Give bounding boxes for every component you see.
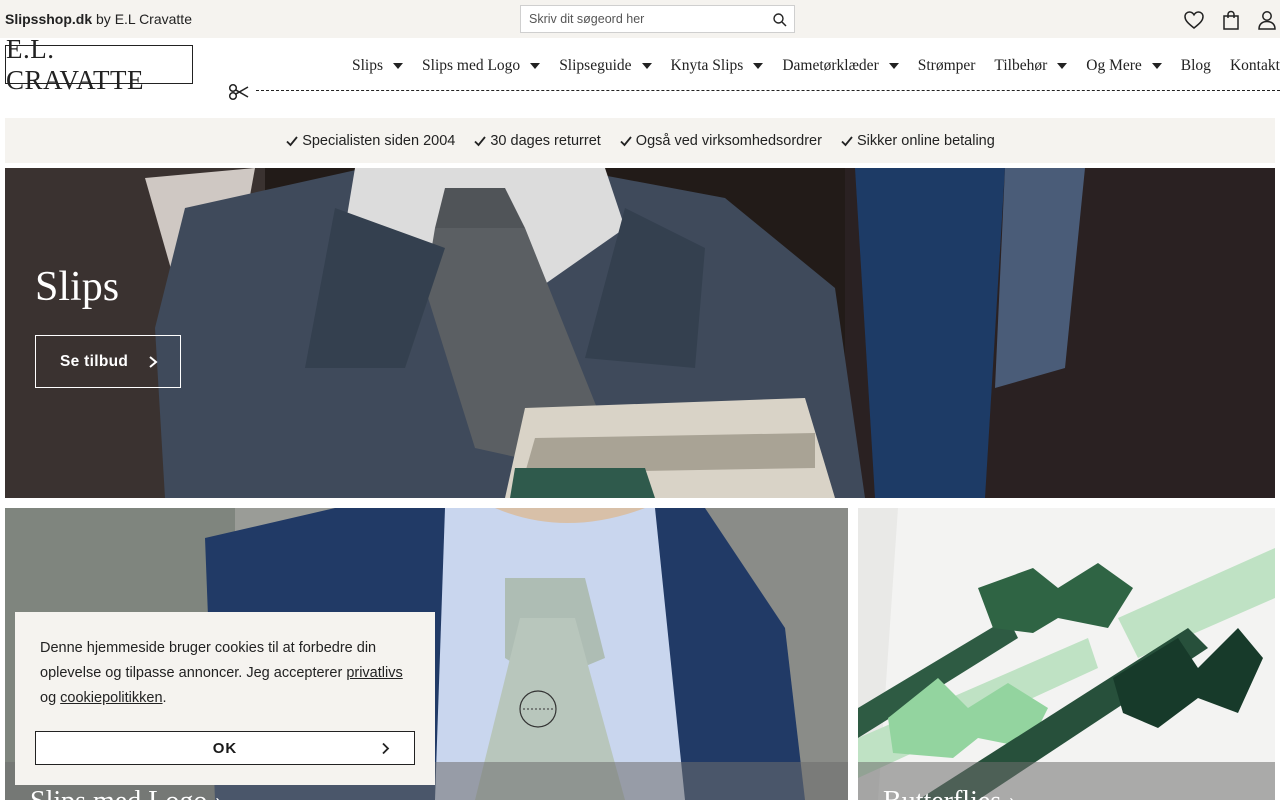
- nav-item-label: Strømper: [917, 57, 976, 74]
- cookie-accept-button[interactable]: OK: [35, 731, 415, 765]
- cookie-banner: Denne hjemmeside bruger cookies til at f…: [15, 612, 435, 785]
- nav-item-label: Slips: [352, 57, 384, 74]
- search-box: [520, 5, 795, 33]
- caret-down-icon[interactable]: [641, 63, 652, 69]
- cookie-text-part: .: [162, 690, 167, 706]
- nav-item-dametørklæder[interactable]: Dametørklæder: [782, 57, 899, 75]
- hero-image: [5, 168, 1275, 498]
- checkmark-icon: [286, 135, 298, 146]
- tile-bow-ties-label[interactable]: Butterflies ›: [883, 786, 1018, 800]
- main-nav: Slips Slips med Logo Slipseguide Knyta Slip…: [352, 56, 1280, 76]
- usp-item: Også ved virksomhedsordrer: [619, 133, 822, 149]
- nav-item-label: Tilbehør: [994, 57, 1048, 74]
- user-icon[interactable]: [1256, 9, 1278, 31]
- tile-logo-ties-label[interactable]: Slips med Logo ›: [30, 786, 224, 800]
- usp-label: Specialisten siden 2004: [302, 132, 456, 149]
- shop-brand-line: Slipsshop.dk by E.L Cravatte: [5, 11, 192, 27]
- hero-title: Slips: [35, 264, 120, 310]
- cookie-text-part: og: [40, 690, 61, 706]
- caret-down-icon[interactable]: [1151, 63, 1162, 69]
- hero-banner[interactable]: Slips Se tilbud: [5, 168, 1275, 498]
- checkmark-icon: [620, 135, 632, 146]
- dashed-divider: [256, 90, 1280, 91]
- nav-item-og-mere[interactable]: Og Mere: [1086, 57, 1162, 75]
- usp-item: 30 dages returret: [473, 132, 601, 149]
- nav-item-label: Slips med Logo: [422, 57, 521, 74]
- top-bar: Slipsshop.dk by E.L Cravatte: [0, 0, 1280, 38]
- usp-item: Sikker online betaling: [840, 133, 995, 149]
- site-logo[interactable]: E.L. CRAVATTE: [5, 34, 193, 95]
- nav-item-blog[interactable]: Blog: [1181, 57, 1211, 75]
- shop-by-line: by E.L Cravatte: [92, 11, 192, 27]
- search-input[interactable]: [521, 6, 766, 32]
- nav-item-knyta-slips[interactable]: Knyta Slips: [671, 57, 764, 75]
- caret-down-icon[interactable]: [530, 63, 541, 69]
- nav-item-slips[interactable]: Slips: [352, 57, 404, 75]
- privacy-policy-link[interactable]: privatlivs: [346, 665, 402, 681]
- usp-bar: Specialisten siden 2004 30 dages returret…: [5, 118, 1275, 163]
- bow-ties-image: [858, 508, 1275, 800]
- shopping-bag-icon[interactable]: [1220, 9, 1242, 31]
- checkmark-icon: [841, 135, 853, 146]
- nav-item-slips-med-logo[interactable]: Slips med Logo: [422, 57, 541, 75]
- search-icon[interactable]: [772, 12, 788, 28]
- cookie-text-part: Denne hjemmeside bruger cookies til at f…: [40, 640, 377, 681]
- cookie-text: Denne hjemmeside bruger cookies til at f…: [40, 636, 415, 711]
- cookie-accept-label: OK: [212, 739, 238, 757]
- caret-down-icon[interactable]: [753, 63, 764, 69]
- nav-item-label: Kontakt: [1229, 57, 1280, 74]
- caret-down-icon[interactable]: [1057, 63, 1068, 69]
- nav-item-strømper[interactable]: Strømper: [918, 57, 976, 75]
- nav-item-kontakt[interactable]: Kontakt: [1230, 57, 1280, 75]
- checkmark-icon: [474, 135, 487, 146]
- chevron-right-icon: [149, 356, 158, 368]
- nav-item-label: Blog: [1180, 57, 1211, 74]
- usp-item: Specialisten siden 2004: [285, 133, 455, 149]
- cookie-policy-link[interactable]: cookiepolitikken: [60, 690, 162, 706]
- hero-offer-button-label: Se tilbud: [60, 352, 129, 370]
- nav-item-label: Knyta Slips: [670, 57, 744, 74]
- hero-offer-button[interactable]: Se tilbud: [35, 335, 181, 388]
- tile-bow-ties[interactable]: Butterflies ›: [858, 508, 1275, 800]
- nav-item-label: Slipseguide: [559, 57, 632, 74]
- scissors-icon: [228, 83, 249, 101]
- shop-name: Slipsshop.dk: [5, 11, 93, 27]
- nav-item-tilbehør[interactable]: Tilbehør: [994, 57, 1068, 75]
- usp-label: 30 dages returret: [490, 132, 601, 149]
- caret-down-icon[interactable]: [888, 63, 899, 69]
- chevron-right-icon: [382, 742, 390, 755]
- nav-item-slipseguide[interactable]: Slipseguide: [559, 57, 652, 75]
- caret-down-icon[interactable]: [393, 63, 404, 69]
- nav-item-label: Dametørklæder: [782, 57, 879, 74]
- usp-label: Sikker online betaling: [856, 132, 995, 149]
- usp-label: Også ved virksomhedsordrer: [635, 132, 822, 149]
- nav-item-label: Og Mere: [1086, 57, 1142, 74]
- heart-icon[interactable]: [1183, 9, 1205, 31]
